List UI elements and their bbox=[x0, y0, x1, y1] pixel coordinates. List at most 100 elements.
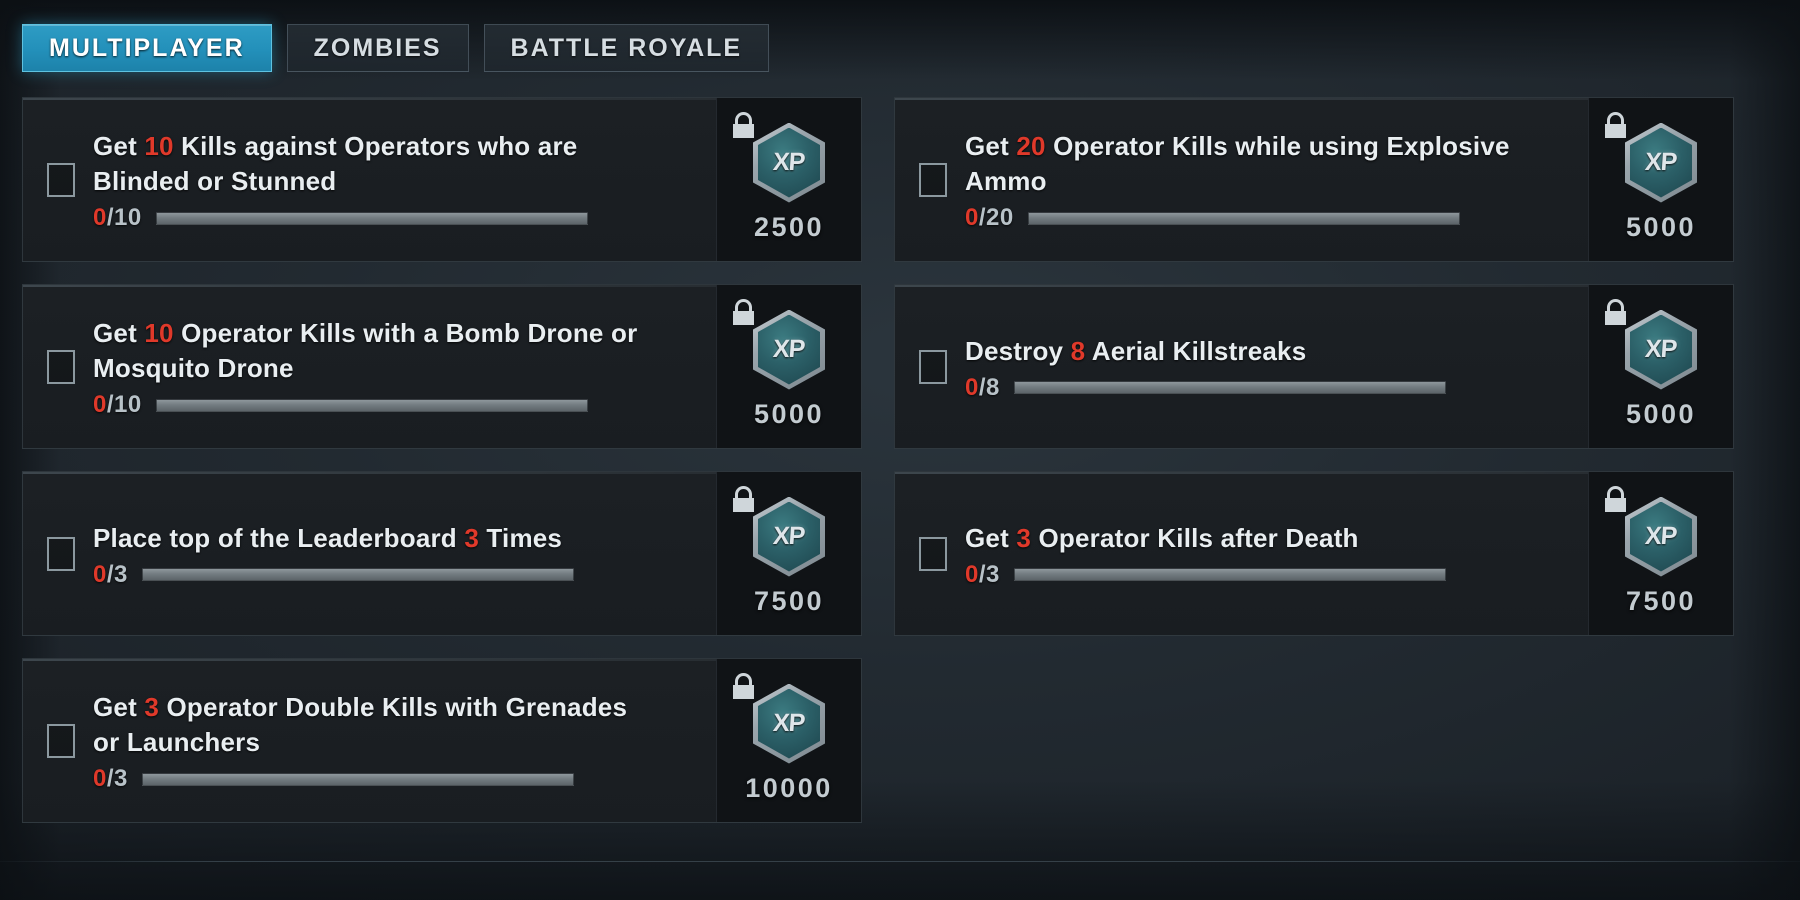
challenge-progress-bar bbox=[155, 398, 588, 412]
challenge-body: Get 3 Operator Kills after Death 0/3 bbox=[895, 472, 1588, 635]
challenge-reward-xp: 7500 bbox=[753, 585, 825, 616]
challenge-progress-text: 0/3 bbox=[93, 561, 128, 589]
challenge-checkbox[interactable] bbox=[919, 349, 947, 384]
challenge-title-pre: Get bbox=[965, 131, 1017, 161]
xp-badge-label: XP bbox=[772, 148, 806, 176]
progress-goal: 3 bbox=[986, 560, 1000, 588]
tab-label: BATTLE ROYALE bbox=[510, 33, 743, 62]
tab-battle-royale[interactable]: BATTLE ROYALE bbox=[483, 24, 770, 72]
challenge-title-post: Times bbox=[478, 522, 563, 553]
xp-badge-icon: XP bbox=[753, 496, 825, 577]
challenge-info: Get 10 Kills against Operators who are B… bbox=[93, 127, 706, 232]
challenge-checkbox[interactable] bbox=[47, 349, 75, 384]
challenge-info: Destroy 8 Aerial Killstreaks 0/8 bbox=[965, 332, 1578, 402]
challenge-progress-row: 0/8 bbox=[965, 374, 1578, 402]
challenge-progress-bar bbox=[141, 772, 574, 786]
challenge-reward-xp: 2500 bbox=[753, 211, 825, 242]
challenge-title: Destroy 8 Aerial Killstreaks bbox=[965, 334, 1525, 369]
progress-current: 0 bbox=[93, 560, 107, 588]
challenge-progress-bar bbox=[1013, 568, 1446, 581]
challenge-reward-panel: XP 5000 bbox=[1588, 285, 1733, 448]
progress-current: 0 bbox=[965, 560, 979, 588]
challenge-body: Get 10 Kills against Operators who are B… bbox=[23, 98, 716, 261]
challenge-card[interactable]: Destroy 8 Aerial Killstreaks 0/8 XP 5000 bbox=[894, 284, 1734, 449]
challenge-target-amount: 3 bbox=[464, 522, 479, 553]
progress-separator: / bbox=[106, 204, 115, 231]
challenge-card[interactable]: Get 10 Kills against Operators who are B… bbox=[22, 97, 862, 262]
xp-badge-icon: XP bbox=[1625, 496, 1697, 577]
progress-current: 0 bbox=[93, 391, 107, 418]
challenge-checkbox[interactable] bbox=[919, 536, 947, 571]
progress-current: 0 bbox=[965, 373, 979, 401]
challenge-progress-bar bbox=[155, 211, 588, 225]
challenge-card[interactable]: Get 10 Operator Kills with a Bomb Drone … bbox=[22, 284, 862, 449]
tab-label: ZOMBIES bbox=[313, 33, 442, 62]
challenge-title-pre: Get bbox=[965, 522, 1017, 553]
challenge-grid: Get 10 Kills against Operators who are B… bbox=[22, 97, 1766, 823]
challenge-progress-text: 0/10 bbox=[93, 391, 142, 419]
challenge-info: Place top of the Leaderboard 3 Times 0/3 bbox=[93, 519, 706, 589]
progress-separator: / bbox=[106, 560, 115, 588]
xp-badge-icon: XP bbox=[753, 122, 825, 203]
challenge-title-pre: Place top of the Leaderboard bbox=[93, 522, 465, 553]
xp-badge-label: XP bbox=[1644, 148, 1678, 176]
progress-current: 0 bbox=[93, 204, 107, 231]
challenge-progress-text: 0/8 bbox=[965, 374, 1000, 402]
xp-badge-icon: XP bbox=[1625, 122, 1697, 203]
challenge-title-pre: Get bbox=[93, 318, 145, 348]
progress-goal: 20 bbox=[986, 204, 1014, 231]
challenge-title: Get 20 Operator Kills while using Explos… bbox=[965, 129, 1525, 199]
challenge-title: Get 3 Operator Kills after Death bbox=[965, 521, 1525, 556]
challenge-body: Get 20 Operator Kills while using Explos… bbox=[895, 98, 1588, 261]
challenge-reward-xp: 5000 bbox=[753, 398, 825, 429]
challenge-progress-row: 0/10 bbox=[93, 391, 706, 419]
xp-badge-icon: XP bbox=[753, 309, 825, 390]
unlocked-padlock-icon bbox=[733, 486, 754, 512]
unlocked-padlock-icon bbox=[733, 299, 754, 325]
challenge-progress-bar bbox=[1027, 211, 1460, 225]
progress-goal: 3 bbox=[114, 765, 128, 792]
xp-badge-icon: XP bbox=[753, 683, 825, 764]
progress-current: 0 bbox=[965, 204, 979, 231]
progress-separator: / bbox=[978, 204, 987, 231]
mode-tab-bar: MULTIPLAYER ZOMBIES BATTLE ROYALE bbox=[22, 24, 770, 72]
challenge-target-amount: 8 bbox=[1070, 335, 1086, 366]
xp-badge-label: XP bbox=[1644, 522, 1678, 550]
xp-badge-label: XP bbox=[772, 522, 806, 550]
challenge-card[interactable]: Get 3 Operator Kills after Death 0/3 XP 750… bbox=[894, 471, 1734, 636]
challenge-progress-bar bbox=[1013, 381, 1446, 394]
challenge-target-amount: 3 bbox=[144, 692, 160, 722]
challenge-progress-text: 0/3 bbox=[965, 561, 1000, 589]
challenge-reward-panel: XP 5000 bbox=[716, 285, 861, 448]
challenge-progress-row: 0/3 bbox=[965, 561, 1578, 589]
left-column: Get 10 Kills against Operators who are B… bbox=[22, 97, 862, 823]
xp-badge-label: XP bbox=[772, 709, 806, 737]
xp-badge-label: XP bbox=[1644, 335, 1678, 363]
progress-current: 0 bbox=[93, 765, 107, 792]
challenge-card[interactable]: Get 3 Operator Double Kills with Grenade… bbox=[22, 658, 862, 823]
challenge-title-post: Operator Kills after Death bbox=[1031, 522, 1359, 553]
unlocked-padlock-icon bbox=[1605, 299, 1626, 325]
challenge-reward-xp: 5000 bbox=[1625, 398, 1697, 429]
challenge-info: Get 10 Operator Kills with a Bomb Drone … bbox=[93, 314, 706, 419]
tab-zombies[interactable]: ZOMBIES bbox=[286, 24, 469, 72]
unlocked-padlock-icon bbox=[1605, 486, 1626, 512]
challenge-checkbox[interactable] bbox=[47, 723, 75, 758]
challenge-checkbox[interactable] bbox=[919, 162, 947, 197]
challenge-checkbox[interactable] bbox=[47, 162, 75, 197]
challenge-card[interactable]: Place top of the Leaderboard 3 Times 0/3 X… bbox=[22, 471, 862, 636]
progress-goal: 8 bbox=[986, 373, 1000, 401]
tab-multiplayer[interactable]: MULTIPLAYER bbox=[22, 24, 272, 72]
challenge-target-amount: 20 bbox=[1016, 131, 1046, 161]
challenge-body: Place top of the Leaderboard 3 Times 0/3 bbox=[23, 472, 716, 635]
challenge-checkbox[interactable] bbox=[47, 536, 75, 571]
unlocked-padlock-icon bbox=[733, 673, 754, 699]
progress-separator: / bbox=[106, 765, 115, 792]
challenge-title: Get 10 Operator Kills with a Bomb Drone … bbox=[93, 316, 653, 386]
challenge-card[interactable]: Get 20 Operator Kills while using Explos… bbox=[894, 97, 1734, 262]
challenge-reward-xp: 5000 bbox=[1625, 211, 1697, 242]
challenge-progress-bar bbox=[141, 568, 574, 581]
tab-label: MULTIPLAYER bbox=[49, 33, 245, 62]
challenge-reward-panel: XP 2500 bbox=[716, 98, 861, 261]
progress-goal: 10 bbox=[114, 391, 142, 418]
